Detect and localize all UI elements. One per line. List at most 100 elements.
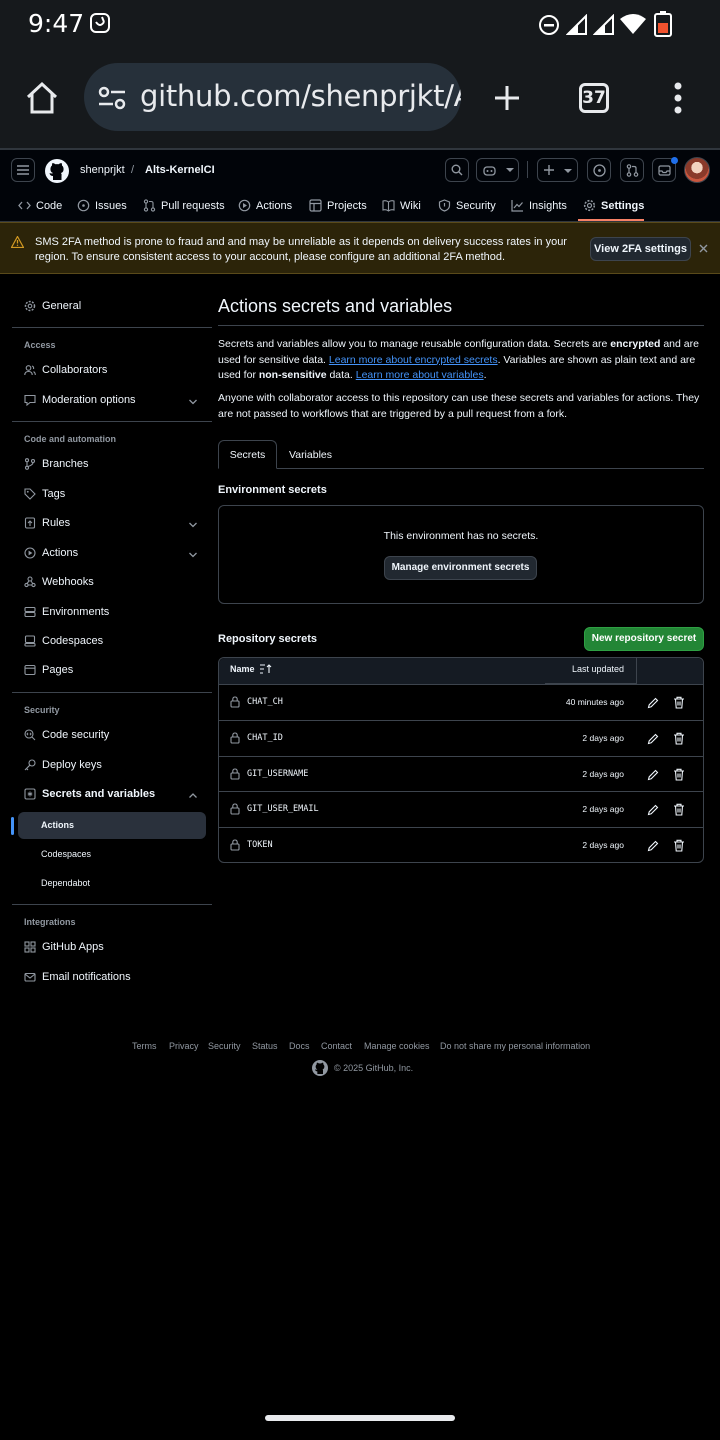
pencil-icon[interactable] [647,769,659,781]
tab-projects[interactable]: Projects [309,199,367,212]
secret-last-updated: 40 minutes ago [565,697,624,707]
sidebar-item-general[interactable]: General [24,300,81,312]
issues-button[interactable] [587,158,611,182]
home-gesture-bar[interactable] [265,1415,455,1421]
book-icon [382,200,395,212]
sidebar-item-code-security[interactable]: Code security [24,729,109,741]
table-row: CHAT_ID 2 days ago [218,720,704,756]
url-text[interactable]: github.com/shenprjkt/Alt [140,79,461,113]
new-repository-secret-button[interactable]: New repository secret [584,627,704,651]
sidebar-item-webhooks[interactable]: Webhooks [24,576,94,588]
pencil-icon[interactable] [647,840,659,852]
collaborator-note: Anyone with collaborator access to this … [218,392,700,420]
variables-link[interactable]: Learn more about variables [356,369,484,381]
column-header-name[interactable]: Name [230,664,273,674]
lock-icon [230,732,240,744]
url-bar[interactable]: github.com/shenprjkt/Alt [84,63,461,131]
breadcrumb-owner[interactable]: shenprjkt [80,164,125,176]
webhook-icon [24,576,36,588]
pencil-icon[interactable] [647,733,659,745]
sidebar-item-label: Actions [42,547,79,559]
site-settings-icon[interactable] [98,85,126,111]
trash-icon[interactable] [673,803,685,816]
sidebar-item-label: Tags [42,488,66,500]
footer-link[interactable]: Contact [321,1041,352,1051]
breadcrumb-repo[interactable]: Alts-KernelCI [145,164,215,176]
graph-icon [511,200,523,212]
tab-wiki[interactable]: Wiki [382,199,421,212]
secret-last-updated: 2 days ago [582,840,624,850]
sidebar-divider [12,692,212,693]
footer-link[interactable]: Privacy [169,1041,199,1051]
manage-environment-secrets-button[interactable]: Manage environment secrets [384,556,537,580]
sidebar-item-email-notifications[interactable]: Email notifications [24,971,131,983]
footer-link[interactable]: Security [208,1041,241,1051]
tab-settings[interactable]: Settings [583,199,644,212]
sidebar-heading-integrations: Integrations [24,917,76,927]
encrypted-secrets-link[interactable]: Learn more about encrypted secrets [329,354,498,366]
sidebar-subitem-actions[interactable]: Actions [41,820,74,830]
title-divider [218,325,704,326]
create-new-button[interactable] [537,158,578,182]
comment-icon [24,394,36,406]
chevron-down-icon[interactable] [188,550,198,560]
browser-menu-icon[interactable] [672,82,684,114]
close-icon[interactable] [699,244,708,253]
chevron-down-icon[interactable] [188,397,198,407]
sidebar-item-secrets-variables[interactable]: Secrets and variables [24,788,155,800]
table-icon [309,199,322,212]
trash-icon[interactable] [673,839,685,852]
trash-icon[interactable] [673,732,685,745]
sidebar-item-environments[interactable]: Environments [24,606,109,618]
sidebar-item-deploy-keys[interactable]: Deploy keys [24,759,102,771]
github-logo-icon[interactable] [45,159,69,183]
tab-secrets[interactable]: Secrets [218,440,277,469]
environment-secrets-title: Environment secrets [218,484,327,496]
tab-pull-requests[interactable]: Pull requests [143,199,225,212]
tab-code[interactable]: Code [18,199,62,212]
sidebar-item-tags[interactable]: Tags [24,488,65,500]
sidebar-item-codespaces[interactable]: Codespaces [24,635,103,647]
sidebar-item-pages[interactable]: Pages [24,664,73,676]
column-header-divider [636,658,637,684]
footer-link[interactable]: Do not share my personal information [440,1041,590,1051]
trash-icon[interactable] [673,768,685,781]
chevron-down-icon[interactable] [188,520,198,530]
sidebar-item-rules[interactable]: Rules [24,517,70,529]
sidebar-subitem-dependabot[interactable]: Dependabot [41,878,90,888]
tab-actions[interactable]: Actions [238,199,292,212]
tab-issues[interactable]: Issues [77,199,127,212]
chevron-up-icon[interactable] [188,791,198,801]
tab-insights[interactable]: Insights [511,199,567,212]
footer-link[interactable]: Terms [132,1041,157,1051]
github-logo-icon[interactable] [312,1060,328,1076]
pencil-icon[interactable] [647,697,659,709]
sidebar-item-actions[interactable]: Actions [24,547,78,559]
search-button[interactable] [445,158,469,182]
footer-link[interactable]: Status [252,1041,278,1051]
sidebar-item-branches[interactable]: Branches [24,458,88,470]
hamburger-button[interactable] [11,158,35,182]
copilot-button[interactable] [476,158,519,182]
view-2fa-settings-button[interactable]: View 2FA settings [590,237,691,261]
alert-icon [11,236,24,248]
sidebar-item-moderation[interactable]: Moderation options [24,394,136,406]
pull-requests-button[interactable] [620,158,644,182]
secret-last-updated: 2 days ago [582,769,624,779]
sidebar-subitem-codespaces[interactable]: Codespaces [41,849,91,859]
avatar[interactable] [684,157,710,183]
new-tab-icon[interactable] [493,84,521,112]
tab-count-button[interactable]: 37 [579,83,609,113]
home-icon[interactable] [24,80,60,116]
tab-security[interactable]: Security [438,199,496,212]
pencil-icon[interactable] [647,804,659,816]
sidebar-item-label: Code security [42,729,110,741]
sidebar-item-collaborators[interactable]: Collaborators [24,364,107,376]
footer-link[interactable]: Docs [289,1041,310,1051]
sidebar-item-github-apps[interactable]: GitHub Apps [24,941,104,953]
trash-icon[interactable] [673,696,685,709]
gear-icon [24,300,36,312]
column-header-last-updated[interactable]: Last updated [545,664,624,674]
tab-variables[interactable]: Variables [289,449,332,461]
footer-link[interactable]: Manage cookies [364,1041,430,1051]
